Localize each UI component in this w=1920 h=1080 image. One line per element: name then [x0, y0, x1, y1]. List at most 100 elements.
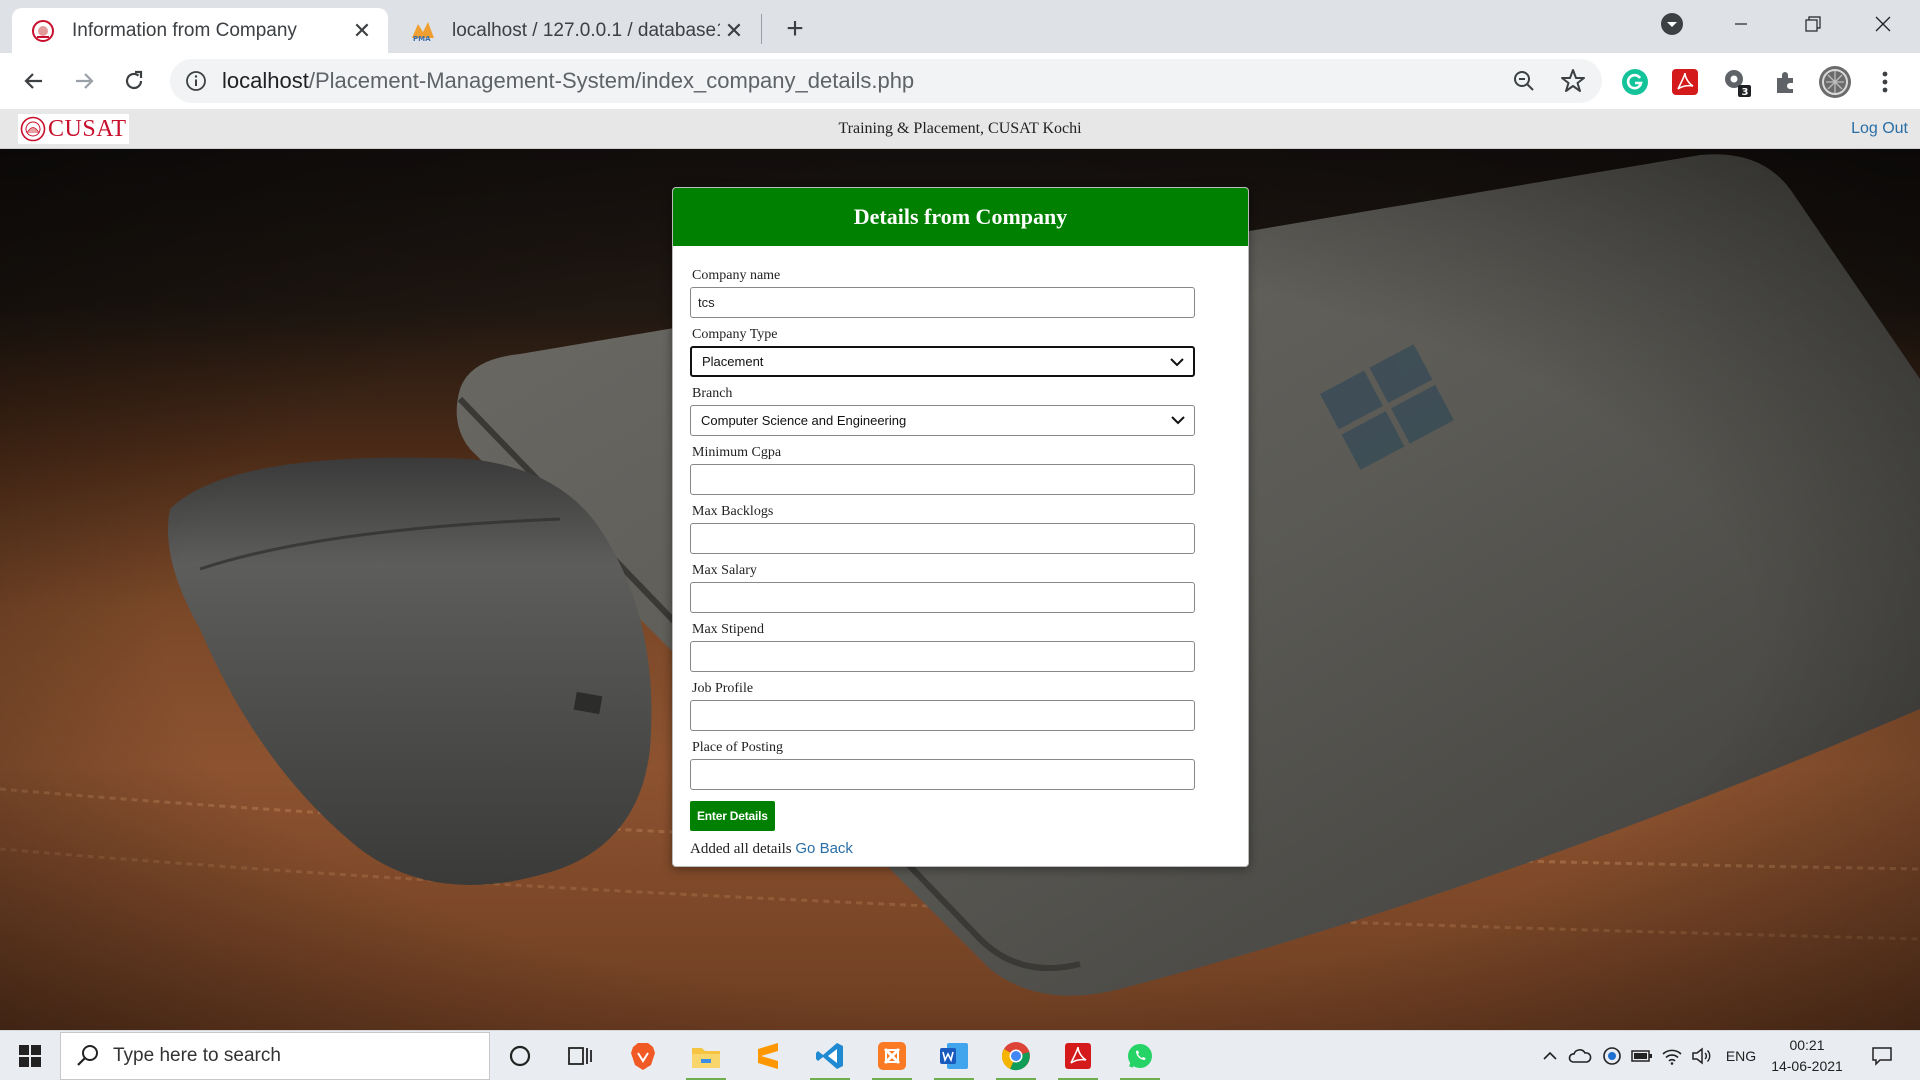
minimize-icon[interactable]: [1710, 0, 1772, 48]
search-placeholder: Type here to search: [113, 1045, 281, 1066]
job-profile-group: Job Profile: [690, 681, 1248, 731]
enter-details-button[interactable]: Enter Details: [690, 801, 775, 831]
cusat-seal-icon: [30, 18, 56, 44]
cortana-icon[interactable]: [494, 1036, 546, 1076]
max-stipend-group: Max Stipend: [690, 622, 1248, 672]
company-details-card: Details from Company Company name tcs Co…: [672, 187, 1249, 867]
grammarly-icon[interactable]: [1618, 65, 1652, 99]
show-hidden-icons-chevron-up-icon[interactable]: [1538, 1031, 1562, 1080]
browser-menu-icon[interactable]: [1868, 65, 1902, 99]
profile-avatar[interactable]: [1818, 65, 1852, 99]
max-backlogs-input[interactable]: [690, 523, 1195, 554]
place-of-posting-group: Place of Posting: [690, 740, 1248, 790]
battery-icon[interactable]: [1628, 1031, 1656, 1080]
zoom-out-icon[interactable]: [1510, 67, 1538, 95]
max-salary-group: Max Salary: [690, 563, 1248, 613]
brave-browser-icon[interactable]: [617, 1036, 669, 1076]
min-cgpa-label: Minimum Cgpa: [692, 445, 782, 460]
company-type-select[interactable]: Placement: [690, 346, 1195, 377]
extensions-puzzle-icon[interactable]: [1768, 65, 1802, 99]
record-icon[interactable]: [1598, 1031, 1626, 1080]
status-text: Added all details: [690, 841, 792, 857]
chrome-icon[interactable]: [990, 1036, 1042, 1080]
tab-title: Information from Company: [72, 19, 297, 41]
restore-icon[interactable]: [1782, 0, 1844, 48]
browser-tab-strip: Information from Company ✕ PMA localhost…: [0, 0, 1920, 53]
chevron-down-icon: [1170, 358, 1184, 367]
url-path: /Placement-Management-System/index_compa…: [308, 68, 915, 93]
company-details-form: Company name tcs Company Type Placement …: [673, 246, 1248, 858]
close-tab-icon[interactable]: ✕: [720, 17, 748, 45]
task-view-icon[interactable]: [554, 1036, 606, 1076]
volume-icon[interactable]: [1688, 1031, 1716, 1080]
notifications-icon[interactable]: [1862, 1031, 1902, 1080]
tab-phpmyadmin[interactable]: PMA localhost / 127.0.0.1 / database1 ✕: [392, 8, 760, 53]
max-stipend-label: Max Stipend: [692, 622, 764, 637]
input-language[interactable]: ENG: [1720, 1031, 1762, 1080]
phpmyadmin-icon: PMA: [410, 18, 436, 44]
close-tab-icon[interactable]: ✕: [348, 17, 376, 45]
company-name-group: Company name tcs: [690, 268, 1248, 318]
sublime-text-icon[interactable]: [742, 1036, 794, 1076]
url-host: localhost: [222, 68, 309, 93]
address-bar[interactable]: localhost/Placement-Management-System/in…: [170, 59, 1602, 103]
place-of-posting-label: Place of Posting: [692, 740, 783, 755]
tab-information-from-company[interactable]: Information from Company ✕: [12, 8, 388, 53]
min-cgpa-group: Minimum Cgpa: [690, 445, 1248, 495]
go-back-link[interactable]: Go Back: [795, 840, 853, 857]
onedrive-cloud-icon[interactable]: [1566, 1031, 1594, 1080]
back-arrow-icon[interactable]: [16, 63, 52, 99]
taskbar-search-box[interactable]: Type here to search: [60, 1032, 490, 1080]
min-cgpa-input[interactable]: [690, 464, 1195, 495]
place-of-posting-input[interactable]: [690, 759, 1195, 790]
site-header: CUSAT Training & Placement, CUSAT Kochi …: [0, 109, 1920, 149]
card-heading: Details from Company: [673, 188, 1248, 246]
chevron-down-icon: [1171, 416, 1185, 425]
xampp-icon[interactable]: [866, 1036, 918, 1080]
reload-icon[interactable]: [116, 63, 152, 99]
wifi-icon[interactable]: [1658, 1031, 1686, 1080]
company-type-group: Company Type Placement: [690, 327, 1248, 377]
acrobat-reader-icon[interactable]: [1052, 1036, 1104, 1080]
max-salary-input[interactable]: [690, 582, 1195, 613]
tab-title: localhost / 127.0.0.1 / database1: [452, 19, 720, 41]
tab-divider: [761, 14, 762, 44]
vs-code-icon[interactable]: [804, 1036, 856, 1080]
site-info-icon[interactable]: [182, 67, 210, 95]
max-stipend-input[interactable]: [690, 641, 1195, 672]
extension-gear-icon[interactable]: 3: [1720, 65, 1754, 99]
max-salary-label: Max Salary: [692, 563, 757, 578]
system-clock[interactable]: 00:21 14-06-2021: [1768, 1035, 1846, 1077]
ms-word-icon[interactable]: [928, 1036, 980, 1080]
clock-time: 00:21: [1789, 1037, 1825, 1053]
site-title: Training & Placement, CUSAT Kochi: [838, 120, 1082, 137]
branch-label: Branch: [692, 386, 733, 401]
windows-taskbar: Type here to search ENG 00:21 14-06-2021: [0, 1030, 1920, 1080]
whatsapp-icon[interactable]: [1114, 1036, 1166, 1080]
search-icon: [77, 1045, 98, 1066]
company-type-label: Company Type: [692, 327, 778, 342]
url-text: localhost/Placement-Management-System/in…: [222, 59, 914, 103]
status-message: Added all details Go Back: [690, 840, 1248, 858]
bookmark-star-icon[interactable]: [1558, 66, 1588, 96]
forward-arrow-icon[interactable]: [66, 63, 102, 99]
svg-text:PMA: PMA: [413, 35, 431, 42]
company-name-input[interactable]: tcs: [690, 287, 1195, 318]
windows-start-icon[interactable]: [0, 1031, 60, 1080]
max-backlogs-group: Max Backlogs: [690, 504, 1248, 554]
job-profile-input[interactable]: [690, 700, 1195, 731]
adobe-acrobat-icon[interactable]: [1668, 65, 1702, 99]
logout-link[interactable]: Log Out: [1851, 109, 1908, 149]
tab-search-icon[interactable]: [1641, 0, 1703, 48]
branch-group: Branch Computer Science and Engineering: [690, 386, 1248, 436]
file-explorer-icon[interactable]: [680, 1036, 732, 1080]
clock-date: 14-06-2021: [1771, 1058, 1843, 1074]
company-name-label: Company name: [692, 268, 781, 283]
extension-badge-count: 3: [1742, 87, 1749, 98]
company-type-value: Placement: [702, 354, 764, 369]
branch-select[interactable]: Computer Science and Engineering: [690, 405, 1195, 436]
max-backlogs-label: Max Backlogs: [692, 504, 774, 519]
new-tab-button[interactable]: +: [778, 12, 812, 46]
close-window-icon[interactable]: [1852, 0, 1914, 48]
job-profile-label: Job Profile: [692, 681, 754, 696]
